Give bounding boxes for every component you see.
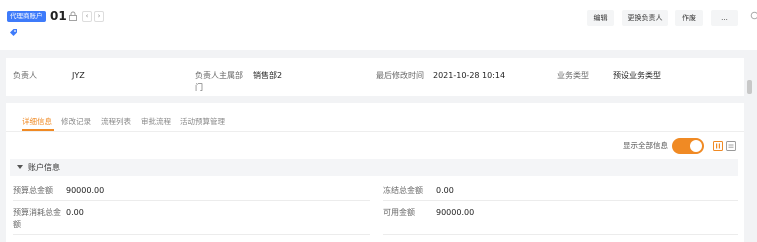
consumed-total-value: 0.00 <box>66 208 84 217</box>
change-owner-button[interactable]: 更换负责人 <box>622 10 668 26</box>
prev-record-button[interactable]: ‹ <box>82 11 92 22</box>
list-view-icon[interactable] <box>726 141 736 151</box>
frozen-total-value: 0.00 <box>436 186 454 195</box>
lock-icon[interactable] <box>68 11 78 21</box>
more-button[interactable]: ... <box>711 10 738 26</box>
show-all-label: 显示全部信息 <box>623 141 668 150</box>
tab-change-log[interactable]: 修改记录 <box>61 116 91 127</box>
section-header-account-info[interactable] <box>10 159 738 176</box>
field-divider <box>13 200 370 201</box>
owner-dept-value[interactable]: 销售部2 <box>253 70 282 81</box>
next-record-button[interactable]: › <box>94 11 104 22</box>
owner-dept-label: 负责人主属部 <box>195 71 243 80</box>
field-divider <box>383 234 738 235</box>
available-value: 90000.00 <box>436 208 475 217</box>
section-title: 账户信息 <box>28 163 60 172</box>
frozen-total-label: 冻结总金额 <box>383 186 423 195</box>
tab-divider <box>6 131 744 132</box>
record-title: 01 <box>50 9 67 23</box>
last-modified-value: 2021-10-28 10:14 <box>433 71 506 80</box>
consumed-total-label-cont: 额 <box>13 220 21 229</box>
business-type-value: 预设业务类型 <box>613 71 661 80</box>
consumed-total-label: 预算消耗总金 <box>13 208 61 217</box>
owner-label: 负责人 <box>13 71 37 80</box>
tag-icon[interactable] <box>9 28 18 37</box>
column-view-icon[interactable] <box>713 141 723 151</box>
tab-approval-flow[interactable]: 审批流程 <box>141 116 171 127</box>
business-type-label: 业务类型 <box>557 71 589 80</box>
tab-activity-budget[interactable]: 活动预算管理 <box>180 116 225 127</box>
owner-value[interactable]: JYZ <box>72 70 85 81</box>
object-type-badge: 代理商账户 <box>7 11 46 22</box>
caret-down-icon[interactable] <box>17 164 23 170</box>
tab-process-list[interactable]: 流程列表 <box>101 116 131 127</box>
owner-dept-label-cont: 门 <box>195 83 203 92</box>
field-divider <box>383 200 738 201</box>
scrollbar-thumb[interactable] <box>747 80 752 94</box>
last-modified-label: 最后修改时间 <box>376 71 424 80</box>
budget-total-value: 90000.00 <box>66 186 105 195</box>
show-all-toggle[interactable] <box>672 138 704 154</box>
budget-total-label: 预算总金额 <box>13 186 53 195</box>
void-button[interactable]: 作废 <box>675 10 703 26</box>
tab-detail-info[interactable]: 详细信息 <box>22 116 52 127</box>
edit-button[interactable]: 编辑 <box>587 10 614 26</box>
search-icon[interactable] <box>750 11 757 21</box>
available-label: 可用金额 <box>383 208 415 217</box>
field-divider <box>13 234 370 235</box>
